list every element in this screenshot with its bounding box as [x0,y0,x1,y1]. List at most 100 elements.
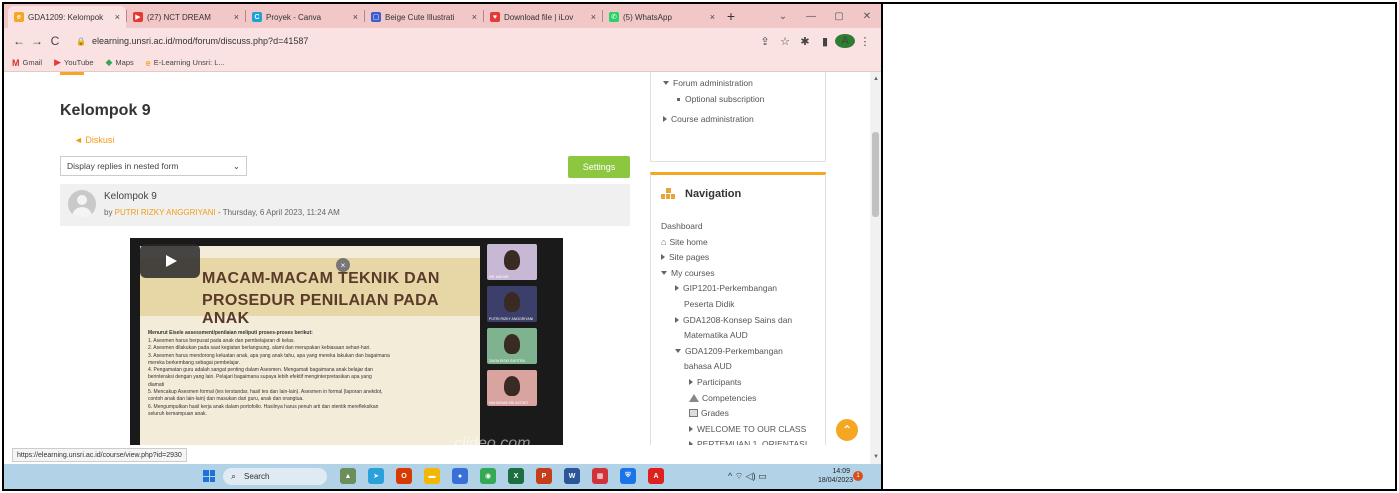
browser-tab[interactable]: C Proyek - Canva × [246,6,364,28]
expanded-arrow-icon[interactable] [663,81,669,85]
settings-button[interactable]: Settings [568,156,630,178]
bookmark-star-icon[interactable]: ☆ [775,35,795,48]
tab-close-icon[interactable]: × [115,12,120,22]
collapsed-arrow-icon[interactable] [675,285,679,292]
tree-item[interactable]: Optional subscription [677,94,764,104]
chrome-taskbar-icon[interactable]: ◉ [480,468,496,484]
tree-item-label: Optional subscription [685,94,765,104]
browser-tab[interactable]: ▶ (27) NCT DREAM × [127,6,245,28]
browser-tab[interactable]: ✆ (5) WhatsApp × [603,6,721,28]
url-text: elearning.unsri.ac.id/mod/forum/discuss.… [91,36,309,46]
play-button[interactable] [140,244,200,278]
tab-close-icon[interactable]: × [710,12,715,22]
explorer-taskbar-icon[interactable]: ▬ [424,468,440,484]
extensions-icon[interactable]: ✱ [795,35,815,48]
chrome-menu-icon[interactable]: ⋮ [855,35,875,48]
page-scrollbar[interactable]: ▲ ▼ [870,72,881,464]
excel-taskbar-icon[interactable]: X [508,468,524,484]
collapsed-arrow-icon[interactable] [689,379,693,385]
store-taskbar-icon[interactable]: ▦ [592,468,608,484]
scroll-up-arrow-icon[interactable]: ▲ [873,76,879,82]
taskbar-search[interactable]: ⌕ Search [223,468,327,485]
scrollbar-thumb[interactable] [872,132,879,217]
tree-item[interactable]: Dashboard [661,221,703,231]
share-icon[interactable]: ⇪ [755,35,775,48]
video-player[interactable]: MACAM-MACAM TEKNIK DAN PROSEDUR PENILAIA… [130,238,563,445]
participant-name: ZAKIA RISKI SAFITRA [489,359,525,363]
user-avatar-icon[interactable] [68,190,96,218]
tree-item-label: Grades [701,408,729,419]
tab-search-button[interactable]: ⌄ [769,11,797,22]
maximize-button[interactable]: ▢ [825,11,853,22]
bookmark-item[interactable]: ◆ Maps [106,57,134,68]
powerpoint-taskbar-icon[interactable]: P [536,468,552,484]
telegram-taskbar-icon[interactable]: ➤ [368,468,384,484]
windows-start-icon[interactable] [203,470,215,482]
collapsed-arrow-icon[interactable] [675,316,679,323]
taskbar-clock[interactable]: 14:09 18/04/2023 [818,467,853,485]
slide-point: berinteraksi dengan yang lain. Pelajari … [148,374,372,381]
toolbar-icons: ⇪ ☆ ✱ ▮ A ⋮ [755,34,875,48]
tree-item[interactable]: ⌂ Site home [661,237,708,247]
back-button[interactable]: ← [10,34,28,48]
office-taskbar-icon[interactable]: O [396,468,412,484]
tab-close-icon[interactable]: × [472,12,477,22]
tree-item[interactable]: PERTEMUAN 1_ORIENTASI [689,439,807,445]
bookmark-item[interactable]: e E-Learning Unsri: L... [146,58,225,68]
tree-item[interactable]: Course administration [663,114,754,124]
slide-point: 1. Asesmen harus berpusat pada anak dan … [148,338,295,344]
post-author-link[interactable]: PUTRI RIZKY ANGGRIYANI [115,208,216,217]
expanded-arrow-icon[interactable] [661,270,667,275]
close-window-button[interactable]: ✕ [853,11,881,22]
tree-item[interactable]: WELCOME TO OUR CLASS [689,424,806,434]
collapsed-arrow-icon[interactable] [661,254,665,261]
diskusi-back-link[interactable]: ◄ Diskusi [74,135,114,145]
close-overlay-button[interactable]: × [336,258,350,272]
meet-taskbar-icon[interactable]: ● [452,468,468,484]
defender-taskbar-icon[interactable]: ⛨ [620,468,636,484]
notification-badge[interactable]: 1 [853,471,863,481]
tree-item[interactable]: Grades [689,408,729,418]
address-bar[interactable]: 🔒 elearning.unsri.ac.id/mod/forum/discus… [70,31,755,51]
system-tray[interactable]: ^ ⌔ ◁) ▭ [728,471,767,482]
collapsed-arrow-icon[interactable] [689,441,693,445]
word-taskbar-icon[interactable]: W [564,468,580,484]
tree-item[interactable]: My courses [661,268,714,278]
profile-button[interactable]: A [835,34,855,48]
tab-close-icon[interactable]: × [234,12,239,22]
collapsed-arrow-icon[interactable] [689,425,693,432]
collapsed-arrow-icon[interactable] [663,116,667,122]
scroll-down-arrow-icon[interactable]: ▼ [873,454,879,460]
tree-item[interactable]: Site pages [661,252,709,262]
navigation-title: Navigation [685,188,742,200]
side-panel-icon[interactable]: ▮ [815,35,835,48]
navigation-bar: ← → C 🔒 elearning.unsri.ac.id/mod/forum/… [4,28,881,54]
new-tab-button[interactable]: + [721,8,741,24]
acrobat-taskbar-icon[interactable]: A [648,468,664,484]
forward-button[interactable]: → [28,34,46,48]
tab-close-icon[interactable]: × [591,12,596,22]
tree-item-label: My courses [671,267,715,278]
screenshot-frame: e GDA1209: Kelompok × ▶ (27) NCT DREAM × C Proy… [0,0,1399,493]
bookmark-item[interactable]: M Gmail [12,58,42,68]
tree-item[interactable]: GDA1209-Perkembangan [675,346,783,356]
minimize-button[interactable]: — [797,11,825,22]
bookmark-item[interactable]: ▶ YouTube [54,57,93,68]
tree-item[interactable]: GDA1208-Konsep Sains dan [675,315,792,325]
tree-item[interactable]: Participants [689,377,741,387]
tab-close-icon[interactable]: × [353,12,358,22]
expanded-arrow-icon[interactable] [675,348,681,353]
tree-item[interactable]: Competencies [689,393,756,403]
browser-tab[interactable]: ♥ Download file | iLov × [484,6,602,28]
tree-item[interactable]: GIP1201-Perkembangan [675,283,777,293]
reload-button[interactable]: C [46,34,64,48]
scroll-to-top-button[interactable]: ⌃ [836,419,858,441]
browser-tab[interactable]: e GDA1209: Kelompok × [8,6,126,28]
tree-item-label: Forum administration [673,78,753,88]
post-date: - Thursday, 6 April 2023, 11:24 AM [215,208,340,217]
display-mode-select[interactable]: Display replies in nested form ⌄ [60,156,247,176]
landscape-taskbar-icon[interactable]: ▲ [340,468,356,484]
slide-title-line-1: MACAM-MACAM TEKNIK DAN [202,270,440,287]
tree-item[interactable]: Forum administration [663,78,753,88]
browser-tab[interactable]: ▢ Beige Cute Illustrati × [365,6,483,28]
